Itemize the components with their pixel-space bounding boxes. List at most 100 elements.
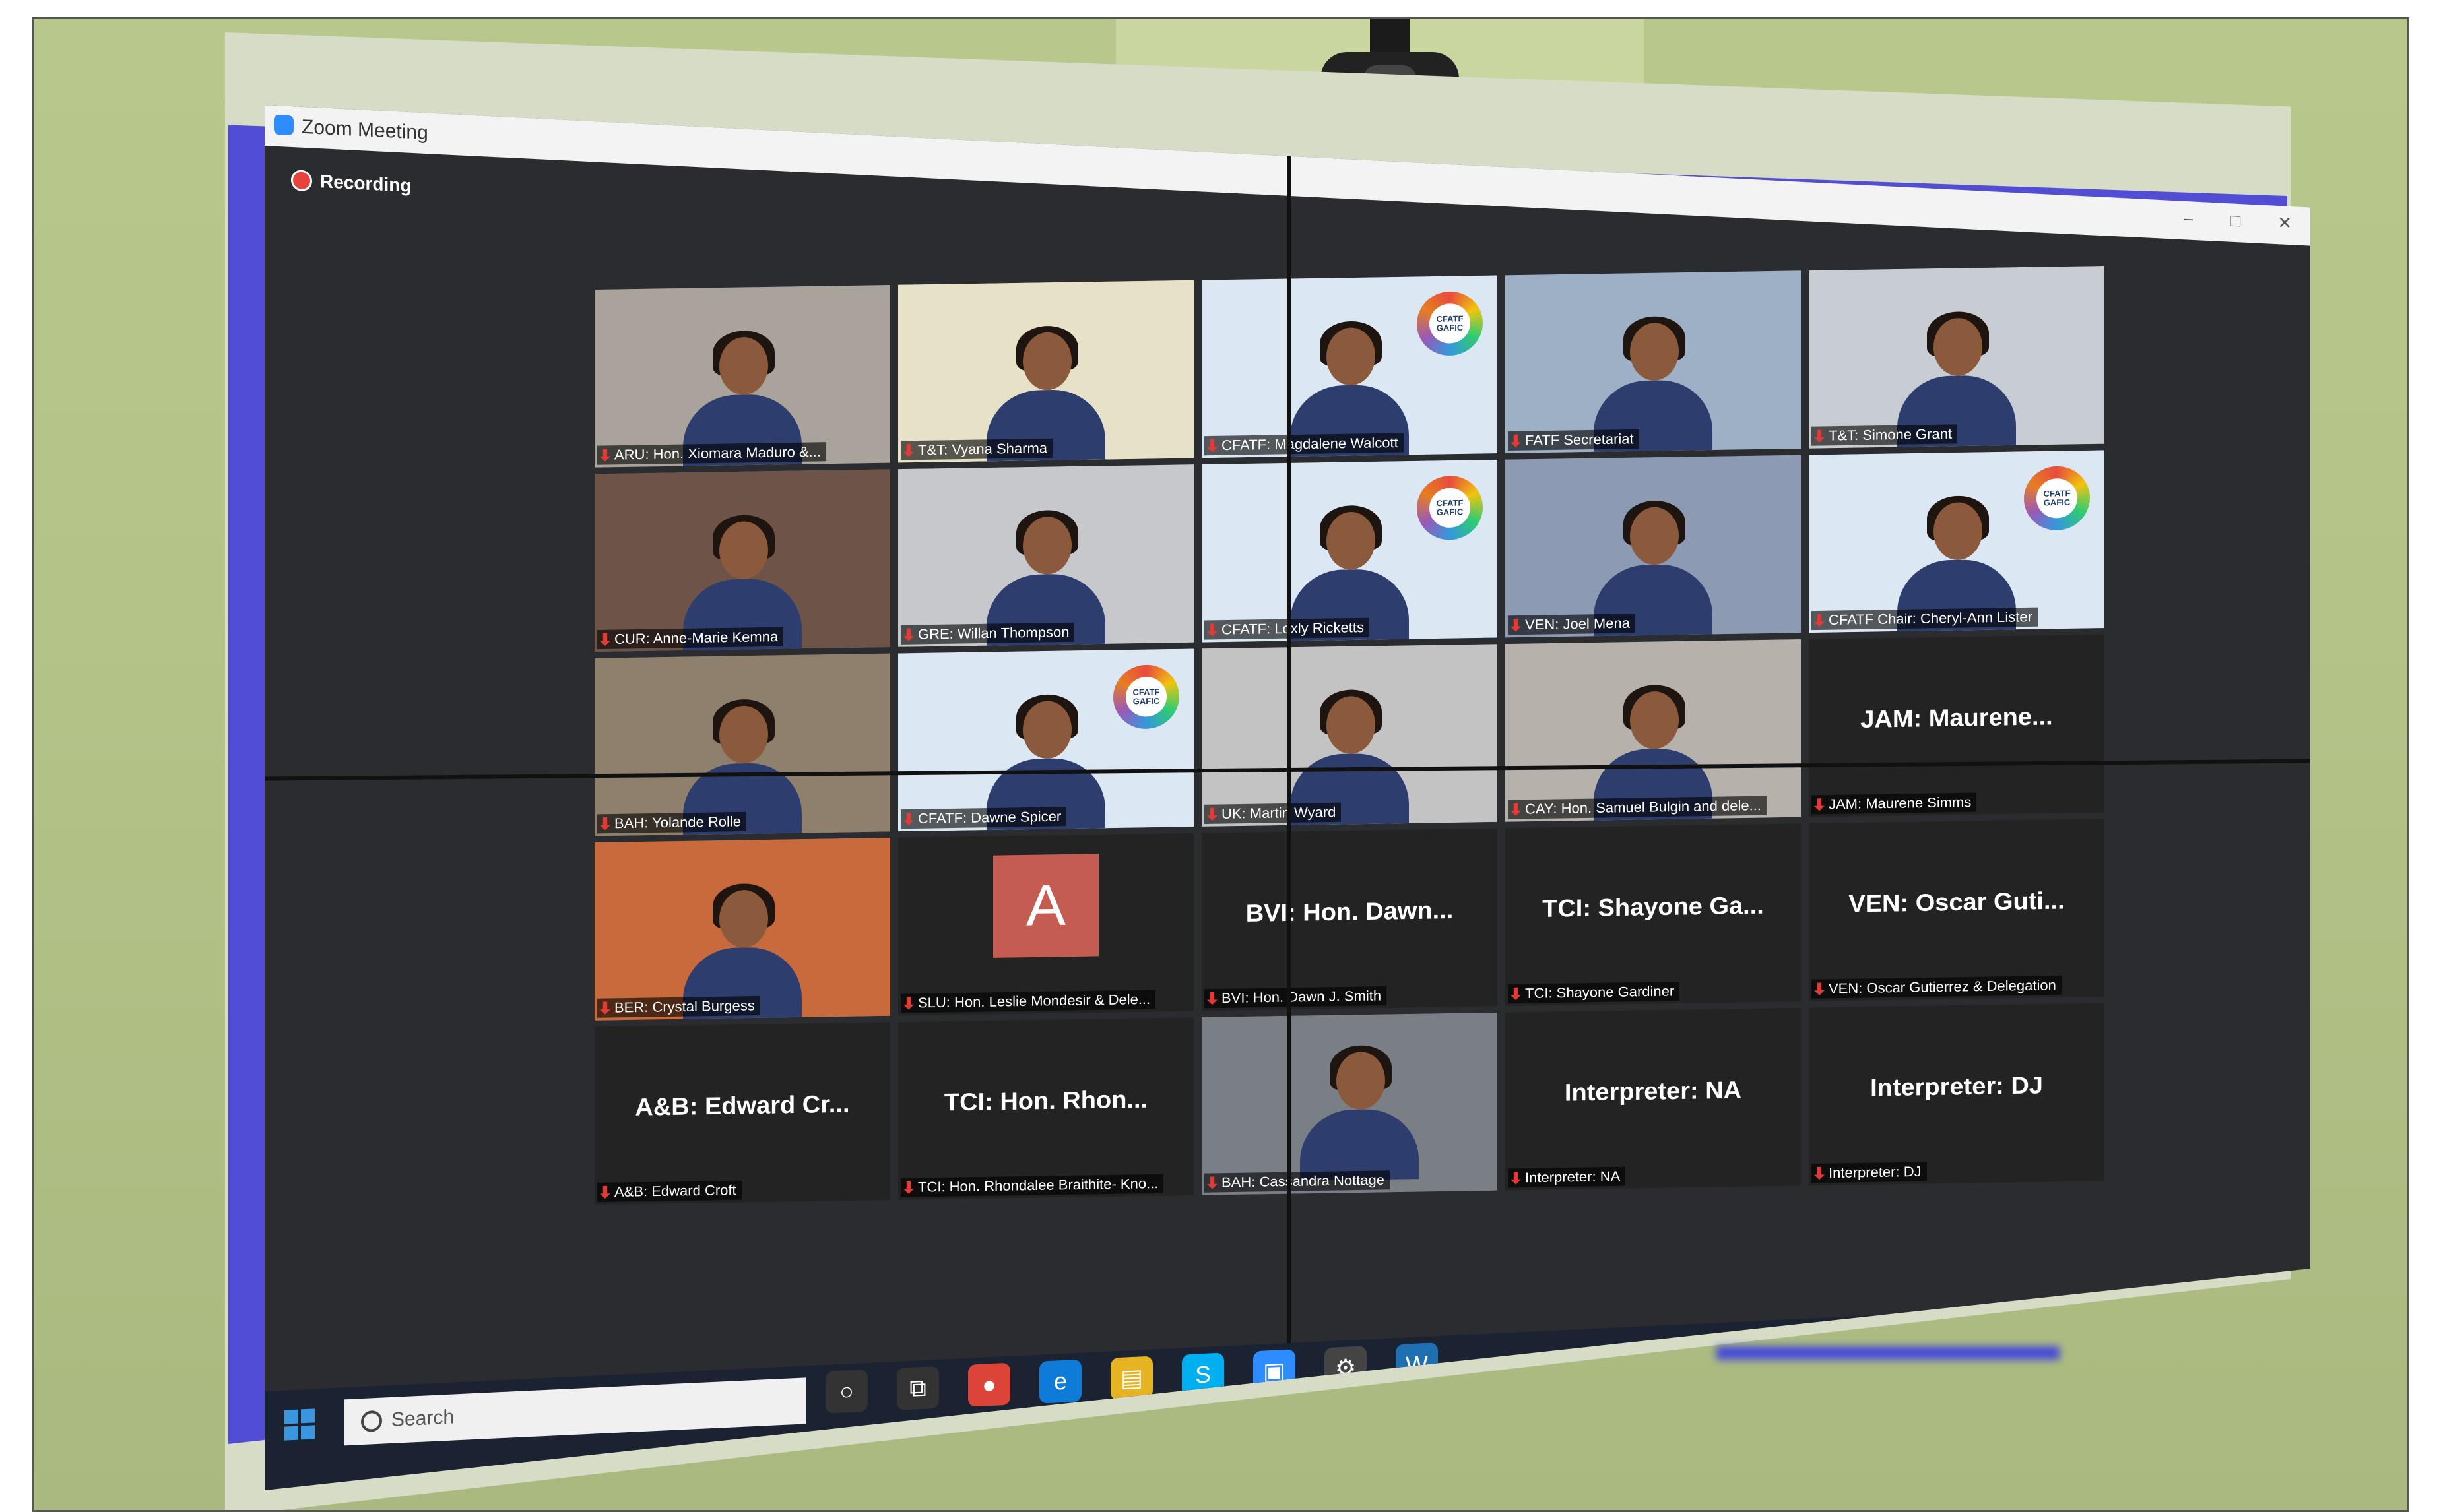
participant-display-name: TCI: Hon. Rhon... (944, 1086, 1148, 1117)
participant-tile[interactable]: CAY: Hon. Samuel Bulgin and dele... (1505, 639, 1801, 822)
participant-name: CUR: Anne-Marie Kemna (614, 628, 779, 647)
maximize-button[interactable]: □ (2230, 210, 2240, 232)
participant-tile[interactable]: UK: Martin Wyard (1202, 644, 1497, 827)
participant-tile[interactable]: BVI: Hon. Dawn... BVI: Hon. Dawn J. Smith (1202, 828, 1497, 1011)
participant-tile[interactable]: Interpreter: DJ Interpreter: DJ (1809, 1003, 2104, 1186)
participant-display-name: BVI: Hon. Dawn... (1245, 897, 1454, 928)
participant-tile[interactable]: A&B: Edward Cr... A&B: Edward Croft (595, 1022, 890, 1205)
muted-mic-icon (1814, 1167, 1825, 1180)
participant-name-tag: JAM: Maurene Simms (1811, 792, 1977, 815)
participant-tile[interactable]: CFATF GAFIC CFATF: Dawne Spicer (898, 648, 1194, 832)
muted-mic-icon (1511, 803, 1521, 816)
participant-tile[interactable]: TCI: Hon. Rhon... TCI: Hon. Rhondalee Bra… (898, 1017, 1194, 1200)
participant-name: Interpreter: NA (1525, 1168, 1621, 1186)
volume-icon[interactable]: ♪ (2155, 1326, 2163, 1345)
participant-name: CAY: Hon. Samuel Bulgin and dele... (1525, 797, 1761, 817)
participant-name: GRE: Willan Thompson (918, 623, 1070, 643)
participant-tile[interactable]: CFATF GAFIC CFATF: Magdalene Walcott (1202, 275, 1497, 458)
participant-tile[interactable]: Interpreter: NA Interpreter: NA (1505, 1007, 1801, 1191)
participant-tile[interactable]: BAH: Cassandra Nottage (1202, 1012, 1497, 1195)
muted-mic-icon (1207, 439, 1218, 453)
muted-mic-icon (600, 1001, 610, 1015)
muted-mic-icon (903, 997, 914, 1010)
participant-name-tag: A&B: Edward Croft (597, 1180, 742, 1203)
led-strip-glow (1716, 1346, 2060, 1360)
participant-name-tag: Interpreter: NA (1508, 1166, 1626, 1188)
participant-tile[interactable]: A SLU: Hon. Leslie Mondesir & Dele... (898, 833, 1194, 1016)
participant-tile[interactable]: CFATF GAFIC CFATF: Loxly Ricketts (1202, 459, 1497, 643)
task-view-icon[interactable]: ⧉ (897, 1366, 939, 1410)
window-title: Zoom Meeting (302, 115, 428, 144)
participant-tile[interactable]: FATF Secretariat (1505, 270, 1801, 453)
participant-name: SLU: Hon. Leslie Mondesir & Dele... (918, 991, 1151, 1011)
participant-name: JAM: Maurene Simms (1829, 794, 1972, 813)
participant-name: CFATF Chair: Cheryl-Ann Lister (1829, 608, 2032, 628)
muted-mic-icon (1814, 798, 1825, 811)
participant-tile[interactable]: T&T: Vyana Sharma (898, 280, 1194, 463)
clock-date: 10/6/2022 (2193, 1330, 2259, 1350)
file-explorer-icon[interactable]: ▤ (1111, 1356, 1153, 1401)
photo-frame: Zoom Meeting – □ ✕ Recording ARU: Hon. X… (32, 17, 2409, 1512)
participant-tile[interactable]: CFATF GAFIC CFATF Chair: Cheryl-Ann Liste… (1809, 450, 2104, 633)
muted-mic-icon (1511, 988, 1521, 1001)
participant-name-tag: VEN: Oscar Gutierrez & Delegation (1811, 975, 2062, 999)
participant-tile[interactable]: BER: Crystal Burgess (595, 838, 890, 1021)
participant-tile[interactable]: TCI: Shayone Ga... TCI: Shayone Gardiner (1505, 823, 1801, 1007)
search-icon (361, 1410, 382, 1433)
participant-name-tag: CAY: Hon. Samuel Bulgin and dele... (1508, 796, 1767, 819)
participant-name-tag: FATF Secretariat (1508, 429, 1639, 451)
participant-name-tag: T&T: Vyana Sharma (901, 438, 1053, 460)
network-icon[interactable]: ◔ (2174, 1325, 2184, 1344)
cortana-icon[interactable]: ○ (826, 1369, 868, 1414)
zoom-logo-icon (274, 114, 294, 136)
muted-mic-icon (1511, 434, 1521, 447)
participant-name-tag: VEN: Joel Mena (1508, 614, 1635, 635)
participant-name-tag: Interpreter: DJ (1811, 1162, 1927, 1183)
participant-name: VEN: Oscar Gutierrez & Delegation (1829, 976, 2056, 997)
participant-name: T&T: Simone Grant (1829, 425, 1953, 444)
taskbar-search-input[interactable]: Search (344, 1377, 806, 1446)
recording-label: Recording (320, 171, 412, 196)
muted-mic-icon (1814, 429, 1825, 443)
muted-mic-icon (903, 628, 914, 641)
participant-name: TCI: Shayone Gardiner (1525, 982, 1675, 1001)
window-controls: – □ ✕ (2184, 208, 2292, 234)
close-button[interactable]: ✕ (2277, 212, 2292, 234)
participant-tile[interactable]: ARU: Hon. Xiomara Maduro &... (595, 284, 890, 468)
participant-tile[interactable]: VEN: Joel Mena (1505, 455, 1801, 638)
bezel-seam-vertical (1287, 105, 1291, 1490)
cfatf-logo-text: CFATF GAFIC (2036, 478, 2077, 519)
participant-name: CFATF: Loxly Ricketts (1221, 619, 1364, 638)
chrome-icon[interactable]: ● (968, 1362, 1010, 1407)
participant-tile[interactable]: VEN: Oscar Guti... VEN: Oscar Gutierrez &… (1809, 819, 2104, 1001)
tray-overflow-icon[interactable]: ^ (2137, 1327, 2145, 1346)
participant-name-tag: CFATF: Dawne Spicer (901, 807, 1067, 829)
muted-mic-icon (903, 813, 914, 826)
muted-mic-icon (903, 1181, 914, 1194)
participant-name: FATF Secretariat (1525, 430, 1634, 449)
taskbar-clock[interactable]: 10:15 AM 10/6/2022 (2193, 1313, 2258, 1351)
participant-tile[interactable]: GRE: Willan Thompson (898, 464, 1194, 647)
participant-tile[interactable]: JAM: Maurene... JAM: Maurene Simms (1809, 634, 2104, 817)
windows-start-icon[interactable] (284, 1408, 315, 1441)
muted-mic-icon (1207, 992, 1218, 1005)
avatar: A (993, 854, 1099, 958)
minimize-button[interactable]: – (2184, 208, 2193, 229)
participant-name-tag: CFATF: Magdalene Walcott (1204, 433, 1404, 456)
muted-mic-icon (600, 633, 610, 646)
participant-tile[interactable]: CUR: Anne-Marie Kemna (595, 469, 890, 652)
participant-tile[interactable]: T&T: Simone Grant (1809, 266, 2104, 449)
muted-mic-icon (1207, 623, 1218, 637)
participant-name-tag: BER: Crystal Burgess (597, 995, 760, 1018)
participant-name-tag: GRE: Willan Thompson (901, 622, 1075, 645)
participant-name: CFATF: Magdalene Walcott (1221, 434, 1398, 453)
recording-indicator[interactable]: Recording (291, 170, 411, 197)
edge-icon[interactable]: e (1039, 1359, 1082, 1404)
video-wall-screen: Zoom Meeting – □ ✕ Recording ARU: Hon. X… (265, 105, 2310, 1490)
participant-name: BAH: Yolande Rolle (614, 813, 742, 832)
muted-mic-icon (903, 444, 914, 457)
notifications-icon[interactable]: ▭ (2269, 1320, 2284, 1340)
participant-tile[interactable]: BAH: Yolande Rolle (595, 653, 890, 836)
muted-mic-icon (1207, 1176, 1218, 1189)
participant-name: A&B: Edward Croft (614, 1181, 736, 1200)
